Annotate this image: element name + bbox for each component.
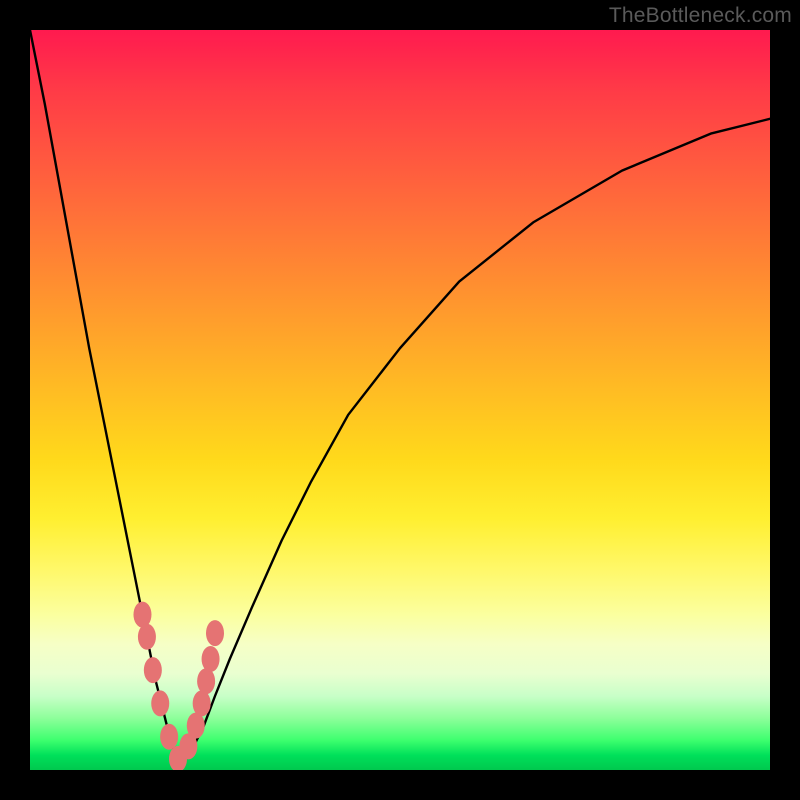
marker-point (206, 620, 224, 646)
marker-point (193, 690, 211, 716)
marker-point (144, 657, 162, 683)
curve-svg (30, 30, 770, 770)
marker-point (187, 713, 205, 739)
watermark-text: TheBottleneck.com (609, 4, 792, 28)
marker-point (202, 646, 220, 672)
marker-point (197, 668, 215, 694)
chart-frame: TheBottleneck.com (0, 0, 800, 800)
marker-point (160, 724, 178, 750)
marker-point (138, 624, 156, 650)
marker-point (133, 602, 151, 628)
marker-point (151, 690, 169, 716)
marker-group (133, 602, 224, 770)
bottleneck-curve (30, 30, 770, 761)
plot-area (30, 30, 770, 770)
